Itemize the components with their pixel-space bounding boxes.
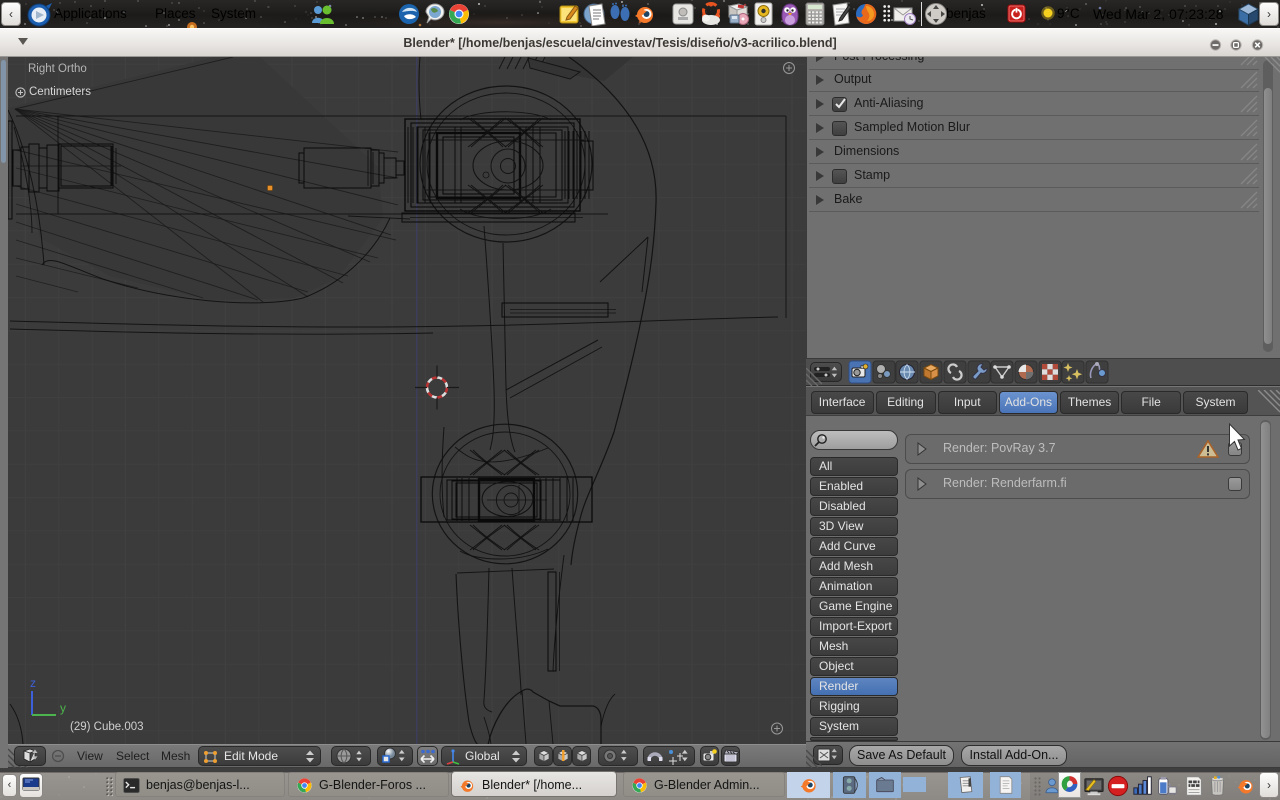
svg-text:y: y: [60, 701, 66, 715]
svg-text:z: z: [30, 676, 36, 690]
